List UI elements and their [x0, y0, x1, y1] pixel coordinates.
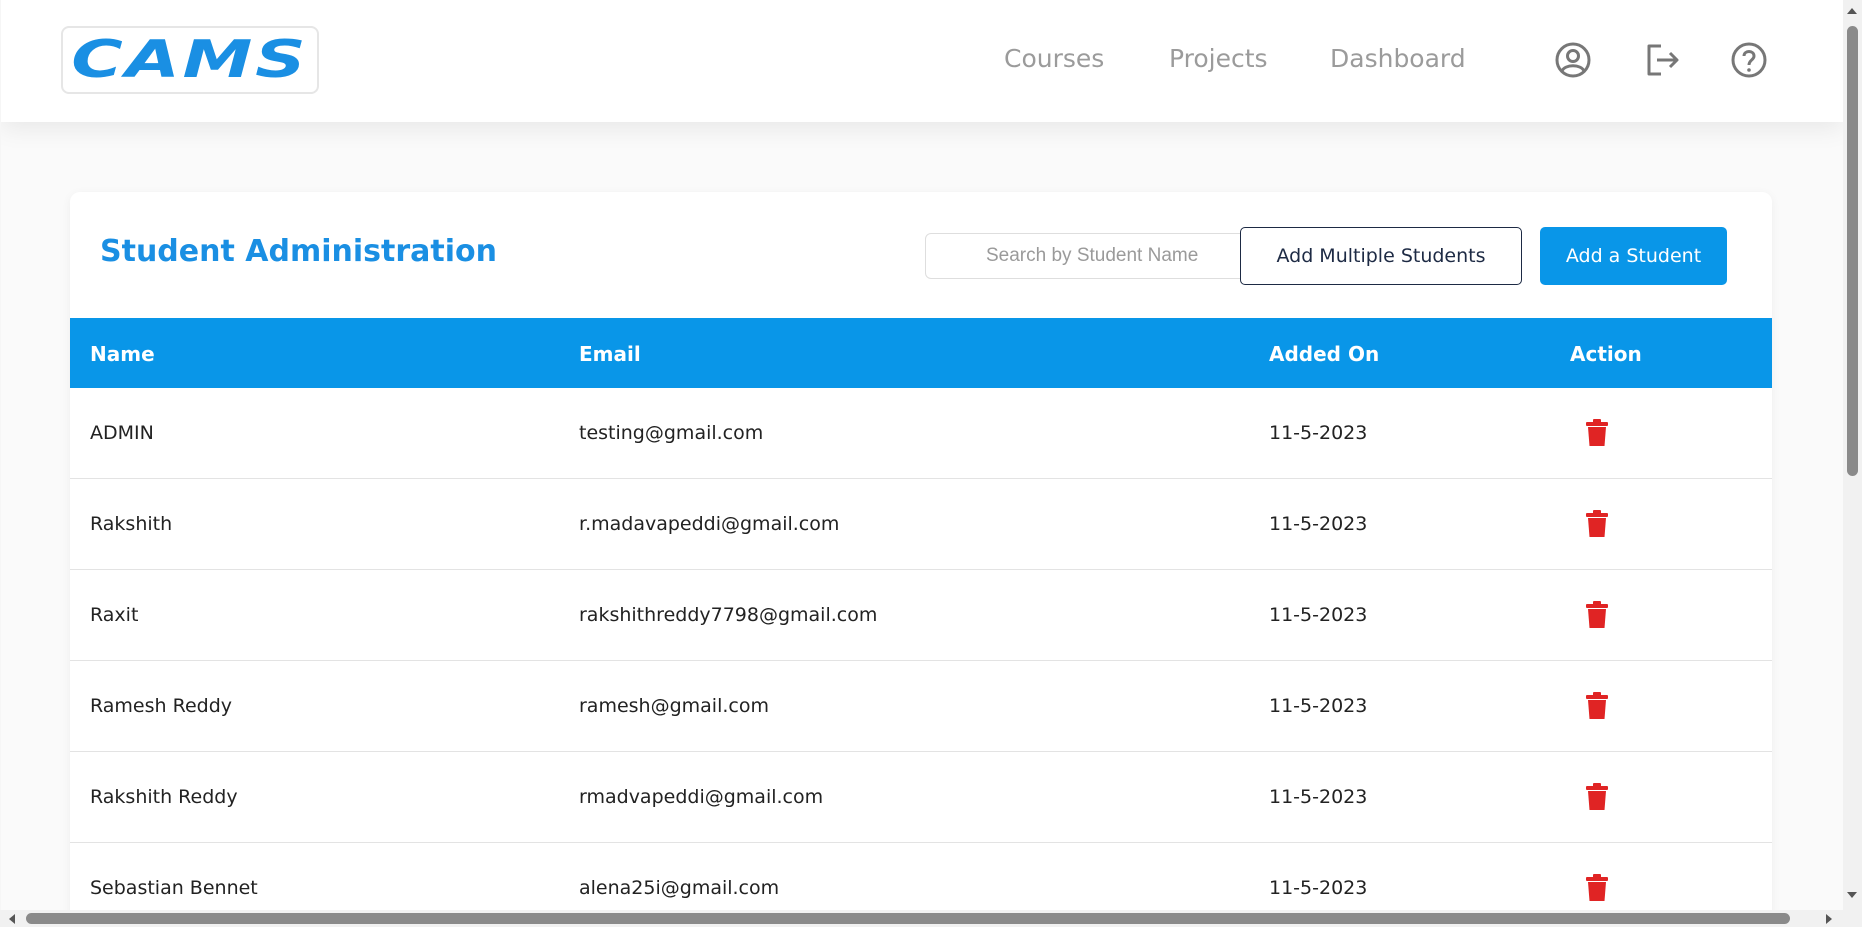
student-email-cell: ramesh@gmail.com [579, 695, 769, 717]
added-on-cell: 11-5-2023 [1269, 513, 1368, 535]
student-name-cell: ADMIN [90, 422, 154, 444]
student-search-input[interactable] [925, 233, 1245, 279]
table-row: Raxit rakshithreddy7798@gmail.com 11-5-202… [70, 570, 1772, 661]
table-row: Ramesh Reddy ramesh@gmail.com 11-5-2023 [70, 661, 1772, 752]
horizontal-scroll-thumb[interactable] [26, 913, 1790, 924]
cams-logo[interactable]: CAMS [61, 26, 319, 94]
delete-trash-icon[interactable] [1585, 510, 1609, 538]
table-row: Rakshith r.madavapeddi@gmail.com 11-5-2023 [70, 479, 1772, 570]
student-admin-card: Student Administration Add Multiple Stud… [70, 192, 1772, 910]
column-header-action: Action [1570, 342, 1642, 366]
logout-icon[interactable] [1643, 40, 1683, 80]
student-name-cell: Rakshith [90, 513, 173, 535]
added-on-cell: 11-5-2023 [1269, 786, 1368, 808]
delete-trash-icon[interactable] [1585, 783, 1609, 811]
added-on-cell: 11-5-2023 [1269, 422, 1368, 444]
nav-dashboard[interactable]: Dashboard [1330, 44, 1466, 73]
help-icon[interactable] [1729, 40, 1769, 80]
table-row: ADMIN testing@gmail.com 11-5-2023 [70, 388, 1772, 479]
column-header-name: Name [90, 342, 155, 366]
add-student-button[interactable]: Add a Student [1540, 227, 1727, 285]
student-name-cell: Rakshith Reddy [90, 786, 238, 808]
nav-projects[interactable]: Projects [1169, 44, 1268, 73]
scroll-up-arrow-icon[interactable] [1847, 8, 1857, 14]
scroll-right-arrow-icon[interactable] [1826, 914, 1832, 924]
added-on-cell: 11-5-2023 [1269, 604, 1368, 626]
add-multiple-students-button[interactable]: Add Multiple Students [1240, 227, 1522, 285]
delete-trash-icon[interactable] [1585, 874, 1609, 902]
column-header-added-on: Added On [1269, 342, 1380, 366]
student-email-cell: r.madavapeddi@gmail.com [579, 513, 840, 535]
scroll-down-arrow-icon[interactable] [1847, 892, 1857, 898]
table-header: Name Email Added On Action [70, 318, 1772, 388]
column-header-email: Email [579, 342, 641, 366]
student-name-cell: Raxit [90, 604, 139, 626]
table-row: Rakshith Reddy rmadvapeddi@gmail.com 11-5-… [70, 752, 1772, 843]
student-email-cell: alena25i@gmail.com [579, 877, 780, 899]
scroll-left-arrow-icon[interactable] [9, 914, 15, 924]
student-email-cell: rakshithreddy7798@gmail.com [579, 604, 878, 626]
nav-courses[interactable]: Courses [1004, 44, 1104, 73]
top-navbar: CAMS Courses Projects Dashboard [1, 0, 1843, 122]
delete-trash-icon[interactable] [1585, 601, 1609, 629]
student-email-cell: testing@gmail.com [579, 422, 764, 444]
student-email-cell: rmadvapeddi@gmail.com [579, 786, 824, 808]
added-on-cell: 11-5-2023 [1269, 695, 1368, 717]
page-title: Student Administration [100, 234, 497, 269]
added-on-cell: 11-5-2023 [1269, 877, 1368, 899]
delete-trash-icon[interactable] [1585, 419, 1609, 447]
delete-trash-icon[interactable] [1585, 692, 1609, 720]
vertical-scroll-thumb[interactable] [1847, 26, 1858, 476]
user-circle-icon[interactable] [1553, 40, 1593, 80]
student-name-cell: Sebastian Bennet [90, 877, 258, 899]
student-name-cell: Ramesh Reddy [90, 695, 233, 717]
page-viewport: CAMS Courses Projects Dashboard Student … [1, 0, 1843, 910]
table-row: Sebastian Bennet alena25i@gmail.com 11-5-2… [70, 843, 1772, 910]
logo-text: CAMS [71, 30, 309, 90]
